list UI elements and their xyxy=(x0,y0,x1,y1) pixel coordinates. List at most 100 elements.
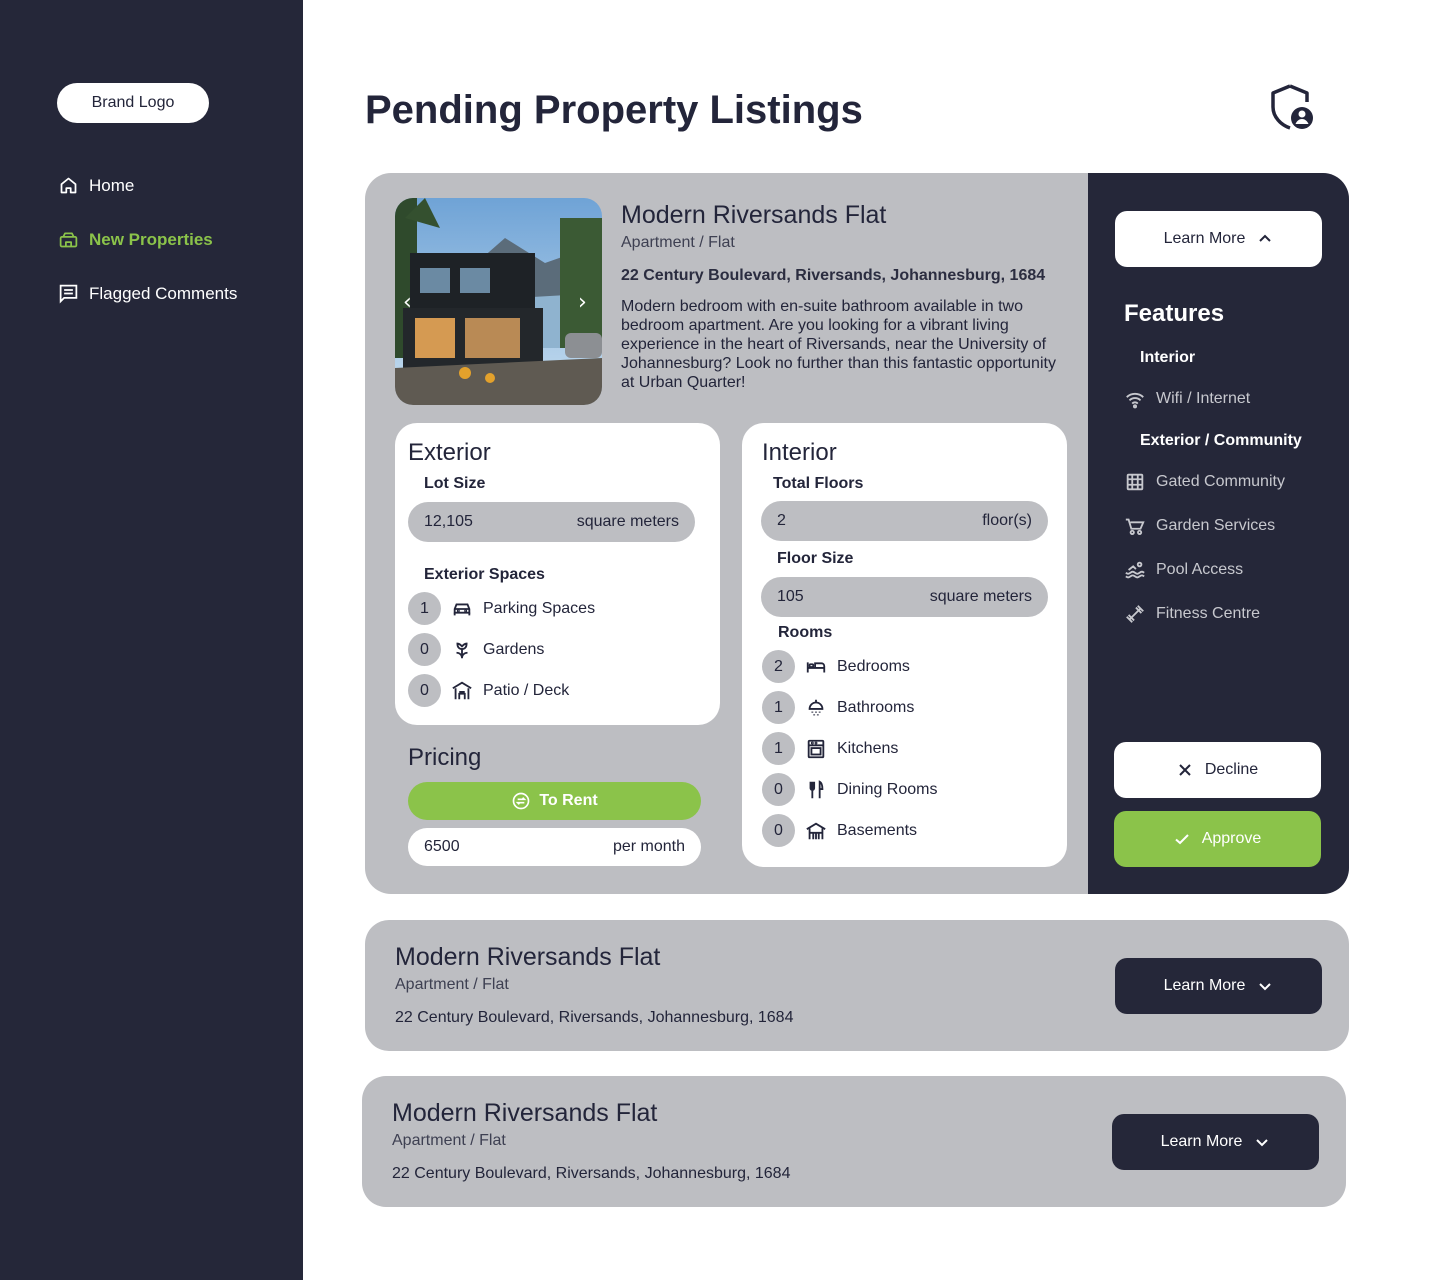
floor-size-unit: square meters xyxy=(929,588,1032,605)
nav-label: Home xyxy=(89,175,135,195)
nav-label: New Properties xyxy=(89,229,213,249)
brand-logo[interactable]: Brand Logo xyxy=(57,83,209,123)
carousel-prev-button[interactable]: ‹ xyxy=(403,290,412,315)
count-badge[interactable]: 0 xyxy=(408,674,441,707)
approve-label: Approve xyxy=(1201,830,1262,847)
learn-more-label: Learn More xyxy=(1163,977,1246,994)
room-label: Basements xyxy=(837,821,918,839)
features-exterior-label: Exterior / Community xyxy=(1140,432,1302,449)
check-icon xyxy=(1175,834,1189,845)
shield-user-icon[interactable] xyxy=(1268,82,1316,132)
space-label: Patio / Deck xyxy=(483,681,570,699)
count-badge[interactable]: 0 xyxy=(408,633,441,666)
lot-size-value: 12,105 xyxy=(424,513,473,530)
oven-icon xyxy=(807,739,825,758)
listing-card-collapsed: Modern Riversands Flat Apartment / Flat … xyxy=(362,1076,1346,1207)
feature-item: Gated Community xyxy=(1124,471,1285,493)
feature-label: Wifi / Internet xyxy=(1156,390,1251,407)
floor-size-label: Floor Size xyxy=(777,550,854,567)
room-row: 2 Bedrooms xyxy=(762,650,910,683)
pricing-mode: To Rent xyxy=(539,792,598,809)
feature-label: Gated Community xyxy=(1156,473,1285,490)
room-row: 0 Basements xyxy=(762,814,917,847)
total-floors-field[interactable]: 2 floor(s) xyxy=(761,501,1048,541)
decline-button[interactable]: Decline xyxy=(1114,742,1321,798)
count-badge[interactable]: 1 xyxy=(762,732,795,765)
chevron-down-icon xyxy=(1256,1139,1269,1147)
price-amount: 6500 xyxy=(424,838,460,855)
features-title: Features xyxy=(1124,300,1225,327)
pricing-title: Pricing xyxy=(408,744,482,771)
count-badge[interactable]: 0 xyxy=(762,773,795,806)
space-label: Parking Spaces xyxy=(483,599,596,617)
count-badge[interactable]: 2 xyxy=(762,650,795,683)
listing-type: Apartment / Flat xyxy=(621,234,735,251)
learn-more-button[interactable]: Learn More xyxy=(1115,211,1322,267)
total-floors-unit: floor(s) xyxy=(982,512,1032,529)
exterior-space-row: 1 Parking Spaces xyxy=(408,592,595,625)
page-title: Pending Property Listings xyxy=(365,88,863,132)
room-label: Bathrooms xyxy=(837,698,915,716)
lot-size-field[interactable]: 12,105 square meters xyxy=(408,502,695,542)
total-floors-label: Total Floors xyxy=(773,475,864,492)
count-badge[interactable]: 0 xyxy=(762,814,795,847)
feature-item: Pool Access xyxy=(1124,559,1243,581)
learn-more-button[interactable]: Learn More xyxy=(1115,958,1322,1014)
count-badge[interactable]: 1 xyxy=(408,592,441,625)
close-icon xyxy=(1179,764,1191,776)
bed-icon xyxy=(806,661,826,672)
interior-title: Interior xyxy=(762,439,837,466)
new-properties-icon xyxy=(59,232,78,248)
decline-label: Decline xyxy=(1204,761,1259,778)
price-period: per month xyxy=(612,838,685,855)
property-image: ‹ › xyxy=(395,198,602,405)
chevron-up-icon xyxy=(1259,234,1272,242)
nav-item-new-properties[interactable]: New Properties xyxy=(58,229,213,250)
listing-address: 22 Century Boulevard, Riversands, Johann… xyxy=(392,1165,791,1182)
shower-icon xyxy=(808,699,824,715)
listing-address: 22 Century Boulevard, Riversands, Johann… xyxy=(621,267,1046,284)
listing-type: Apartment / Flat xyxy=(392,1132,506,1149)
interior-panel: Interior Total Floors 2 floor(s) Floor S… xyxy=(742,423,1067,867)
room-row: 1 Kitchens xyxy=(762,732,898,765)
learn-more-button[interactable]: Learn More xyxy=(1112,1114,1319,1170)
features-interior-label: Interior xyxy=(1140,349,1196,366)
listing-address: 22 Century Boulevard, Riversands, Johann… xyxy=(395,1009,794,1026)
listing-title: Modern Riversands Flat xyxy=(392,1099,658,1127)
to-rent-toggle[interactable]: To Rent xyxy=(408,782,701,820)
cutlery-icon xyxy=(809,779,824,798)
patio-icon xyxy=(452,681,472,699)
floor-size-field[interactable]: 105 square meters xyxy=(761,577,1048,617)
learn-more-label: Learn More xyxy=(1163,230,1246,247)
wifi-icon xyxy=(1126,393,1144,409)
approve-button[interactable]: Approve xyxy=(1114,811,1321,867)
listing-title: Modern Riversands Flat xyxy=(395,943,661,971)
car-icon xyxy=(453,603,471,615)
feature-item: Wifi / Internet xyxy=(1124,388,1250,410)
room-label: Bedrooms xyxy=(837,657,910,675)
lot-size-unit: square meters xyxy=(576,513,679,530)
listing-title: Modern Riversands Flat xyxy=(621,201,887,229)
nav-item-home[interactable]: Home xyxy=(58,175,134,196)
home-icon xyxy=(60,177,77,194)
basement-icon xyxy=(806,822,826,839)
space-label: Gardens xyxy=(483,640,545,658)
room-row: 1 Bathrooms xyxy=(762,691,914,724)
nav-item-flagged-comments[interactable]: Flagged Comments xyxy=(58,283,237,304)
room-row: 0 Dining Rooms xyxy=(762,773,937,806)
room-label: Dining Rooms xyxy=(837,780,938,798)
learn-more-label: Learn More xyxy=(1160,1133,1243,1150)
nav-label: Flagged Comments xyxy=(89,283,238,303)
feature-item: Garden Services xyxy=(1124,515,1275,537)
listing-description: Modern bedroom with en-suite bathroom av… xyxy=(621,298,1056,391)
floor-size-value: 105 xyxy=(777,588,804,605)
exterior-space-row: 0 Patio / Deck xyxy=(408,674,569,707)
feature-label: Fitness Centre xyxy=(1156,605,1261,622)
carousel-next-button[interactable]: › xyxy=(578,290,587,315)
swap-icon xyxy=(512,792,530,810)
exterior-spaces-label: Exterior Spaces xyxy=(424,566,545,583)
feature-label: Garden Services xyxy=(1156,517,1276,534)
flower-icon xyxy=(456,642,468,658)
count-badge[interactable]: 1 xyxy=(762,691,795,724)
price-field[interactable]: 6500 per month xyxy=(408,828,701,866)
